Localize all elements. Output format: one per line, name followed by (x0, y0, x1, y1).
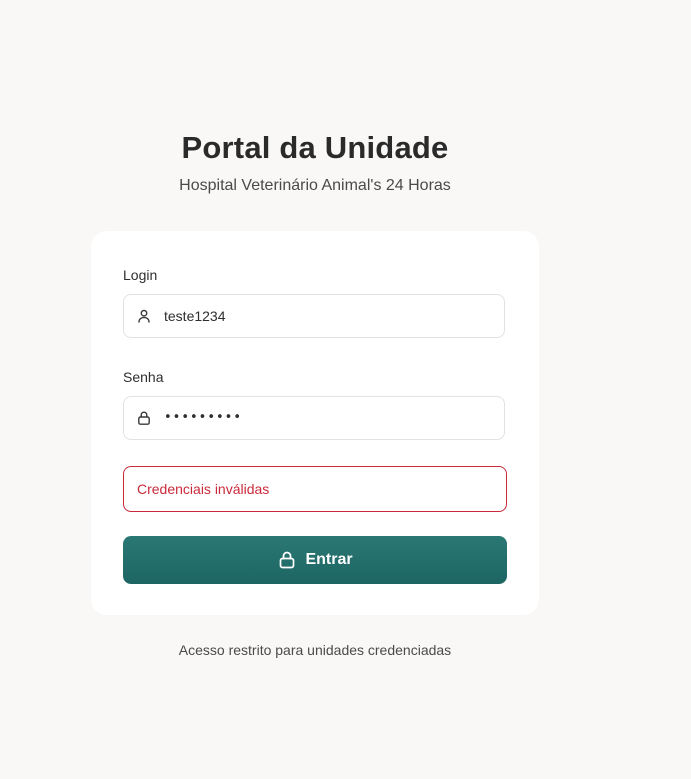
user-icon (138, 309, 150, 323)
page-subtitle: Hospital Veterinário Animal's 24 Horas (179, 177, 451, 194)
entrar-button-label: Entrar (305, 551, 353, 568)
page-header: Portal da Unidade Hospital Veterinário A… (0, 128, 630, 196)
error-message: Credenciais inválidas (137, 481, 270, 497)
footer-note: Acesso restrito para unidades credenciad… (178, 642, 452, 658)
lock-icon (280, 551, 295, 569)
login-card: Login teste1234 Senha ••••••••• Credenci… (91, 231, 539, 615)
lock-icon (138, 411, 150, 425)
senha-field[interactable]: ••••••••• (123, 396, 505, 440)
senha-value: ••••••••• (164, 410, 243, 425)
entrar-button[interactable]: Entrar (123, 536, 507, 584)
page-title: Portal da Unidade (181, 130, 449, 165)
error-alert: Credenciais inválidas (123, 466, 507, 512)
senha-label: Senha (123, 369, 164, 385)
login-value: teste1234 (164, 308, 226, 324)
login-label: Login (123, 267, 158, 283)
login-field[interactable]: teste1234 (123, 294, 505, 338)
